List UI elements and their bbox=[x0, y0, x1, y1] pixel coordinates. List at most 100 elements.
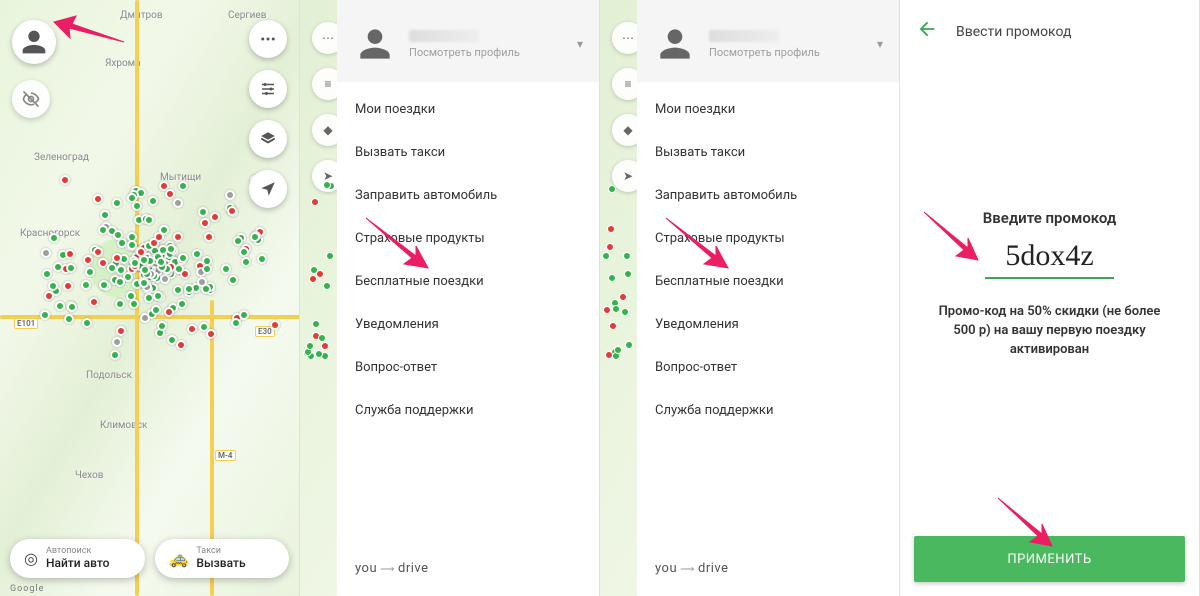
map-marker[interactable] bbox=[110, 350, 120, 360]
filter-button[interactable]: ≡ bbox=[312, 68, 338, 100]
map-marker[interactable] bbox=[619, 293, 627, 301]
map-marker[interactable] bbox=[115, 299, 125, 309]
map-marker[interactable] bbox=[315, 350, 323, 358]
map-marker[interactable] bbox=[607, 225, 615, 233]
taxi-pill[interactable]: 🚕 Такси Вызвать bbox=[155, 539, 290, 578]
apply-button[interactable]: ПРИМЕНИТЬ bbox=[914, 536, 1185, 582]
map-marker[interactable] bbox=[311, 198, 319, 206]
map-marker[interactable] bbox=[624, 270, 632, 278]
profile-header[interactable]: Посмотреть профиль ▾ bbox=[637, 0, 899, 82]
map-marker[interactable] bbox=[48, 281, 58, 291]
map-marker[interactable] bbox=[178, 253, 188, 263]
map-marker[interactable] bbox=[148, 196, 158, 206]
more-button[interactable]: ⋯ bbox=[612, 22, 638, 54]
map-marker[interactable] bbox=[140, 313, 150, 323]
map-marker[interactable] bbox=[625, 341, 633, 349]
map-marker[interactable] bbox=[612, 305, 620, 313]
map-marker[interactable] bbox=[623, 252, 631, 260]
map-marker[interactable] bbox=[323, 181, 331, 189]
menu-item-refuel[interactable]: Заправить автомобиль bbox=[637, 174, 899, 217]
map-marker[interactable] bbox=[44, 291, 54, 301]
promo-input[interactable]: 5dox4z bbox=[985, 237, 1113, 279]
map-marker[interactable] bbox=[605, 351, 613, 359]
map-marker[interactable] bbox=[621, 308, 629, 316]
map-marker[interactable] bbox=[309, 275, 317, 283]
map-marker[interactable] bbox=[231, 318, 241, 328]
menu-item-insurance[interactable]: Страховые продукты bbox=[337, 217, 599, 260]
profile-header[interactable]: Посмотреть профиль ▾ bbox=[337, 0, 599, 82]
map-marker[interactable] bbox=[64, 314, 74, 324]
map-marker[interactable] bbox=[614, 346, 622, 354]
map-marker[interactable] bbox=[318, 334, 326, 342]
map-marker[interactable] bbox=[227, 206, 237, 216]
map-peek[interactable]: ⋯ ≡ ◆ ➤ bbox=[600, 0, 638, 596]
map-marker[interactable] bbox=[112, 253, 122, 263]
map-marker[interactable] bbox=[602, 252, 610, 260]
filter-button[interactable]: ≡ bbox=[612, 68, 638, 100]
map-marker[interactable] bbox=[177, 299, 187, 309]
layers-button[interactable]: ◆ bbox=[312, 114, 338, 146]
filter-button[interactable] bbox=[249, 70, 287, 108]
view-profile-link[interactable]: Посмотреть профиль bbox=[709, 46, 865, 59]
map-marker[interactable] bbox=[63, 281, 73, 291]
more-button[interactable] bbox=[249, 20, 287, 58]
layers-button[interactable]: ◆ bbox=[612, 114, 638, 146]
map-marker[interactable] bbox=[312, 320, 320, 328]
map-marker[interactable] bbox=[42, 269, 52, 279]
map-marker[interactable] bbox=[100, 210, 110, 220]
map-marker[interactable] bbox=[65, 249, 75, 259]
map-marker[interactable] bbox=[210, 212, 220, 222]
map-marker[interactable] bbox=[202, 264, 212, 274]
map-marker[interactable] bbox=[239, 310, 249, 320]
map-marker[interactable] bbox=[164, 307, 174, 317]
map-marker[interactable] bbox=[323, 282, 331, 290]
map-marker[interactable] bbox=[608, 185, 616, 193]
map-marker[interactable] bbox=[206, 329, 216, 339]
map-marker[interactable] bbox=[149, 238, 159, 248]
map-marker[interactable] bbox=[160, 274, 170, 284]
map-marker[interactable] bbox=[608, 274, 616, 282]
profile-avatar-button[interactable] bbox=[12, 20, 56, 64]
map-marker[interactable] bbox=[310, 266, 318, 274]
layers-button[interactable] bbox=[249, 120, 287, 158]
map-marker[interactable] bbox=[606, 243, 614, 251]
map-marker[interactable] bbox=[306, 342, 314, 350]
ghost-mode-button[interactable] bbox=[12, 80, 50, 118]
back-button[interactable] bbox=[916, 18, 938, 45]
map-marker[interactable] bbox=[153, 291, 163, 301]
map-marker[interactable] bbox=[40, 310, 50, 320]
map-marker[interactable] bbox=[112, 198, 122, 208]
locate-button[interactable] bbox=[249, 170, 287, 208]
map-peek[interactable]: ⋯ ≡ ◆ ➤ bbox=[300, 0, 338, 596]
map-marker[interactable] bbox=[173, 285, 183, 295]
map-marker[interactable] bbox=[192, 249, 202, 259]
menu-item-support[interactable]: Служба поддержки bbox=[337, 389, 599, 432]
menu-item-notifications[interactable]: Уведомления bbox=[337, 303, 599, 346]
map-marker[interactable] bbox=[326, 252, 334, 260]
map-marker[interactable] bbox=[60, 175, 70, 185]
menu-item-trips[interactable]: Мои поездки bbox=[637, 88, 899, 131]
map-marker[interactable] bbox=[321, 342, 329, 350]
more-button[interactable]: ⋯ bbox=[312, 22, 338, 54]
menu-item-faq[interactable]: Вопрос-ответ bbox=[637, 346, 899, 389]
map-marker[interactable] bbox=[67, 302, 77, 312]
menu-item-taxi[interactable]: Вызвать такси bbox=[337, 131, 599, 174]
autosearch-pill[interactable]: ◎ Автопоиск Найти авто bbox=[10, 539, 145, 578]
map-marker[interactable] bbox=[225, 190, 235, 200]
map-marker[interactable] bbox=[157, 321, 167, 331]
map-marker[interactable] bbox=[233, 236, 243, 246]
map-marker[interactable] bbox=[159, 225, 169, 235]
map-marker[interactable] bbox=[127, 193, 137, 203]
menu-item-refuel[interactable]: Заправить автомобиль bbox=[337, 174, 599, 217]
map-marker[interactable] bbox=[85, 267, 95, 277]
map-marker[interactable] bbox=[270, 320, 280, 330]
map-marker[interactable] bbox=[176, 340, 186, 350]
menu-item-trips[interactable]: Мои поездки bbox=[337, 88, 599, 131]
map-marker[interactable] bbox=[93, 247, 103, 257]
menu-item-notifications[interactable]: Уведомления bbox=[637, 303, 899, 346]
map-marker[interactable] bbox=[221, 264, 231, 274]
map-marker[interactable] bbox=[82, 318, 92, 328]
map-marker[interactable] bbox=[609, 322, 617, 330]
map-marker[interactable] bbox=[173, 198, 183, 208]
menu-item-free-rides[interactable]: Бесплатные поездки bbox=[337, 260, 599, 303]
